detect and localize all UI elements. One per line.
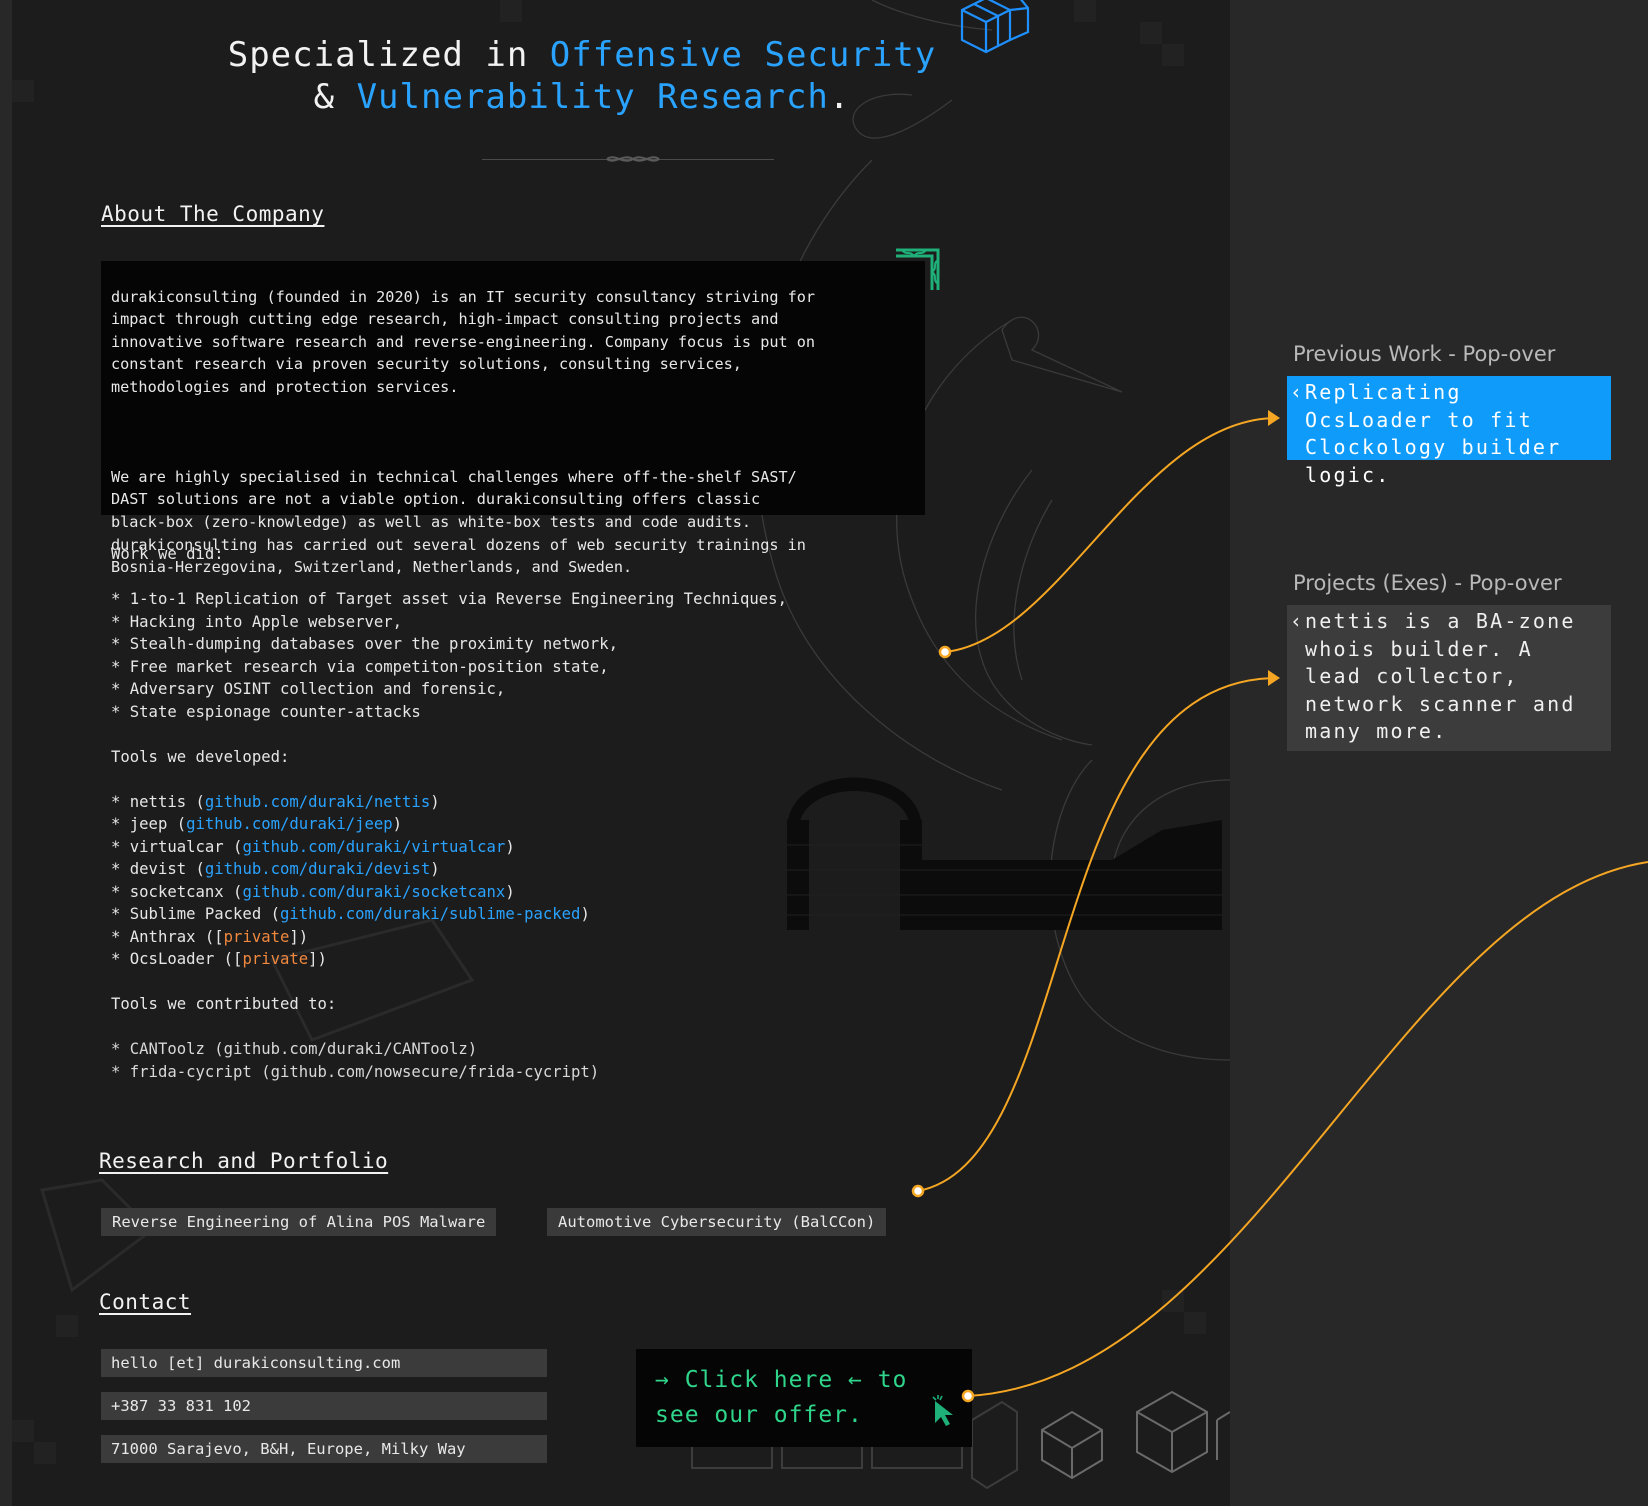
list-item: * 1-to-1 Replication of Target asset via… (111, 590, 787, 608)
list-item: * Sublime Packed (github.com/duraki/subl… (111, 905, 590, 923)
contact-phone[interactable]: +387 33 831 102 (101, 1392, 547, 1420)
chevron-left-icon: ‹ (1290, 609, 1305, 633)
hero-heading: Specialized in Offensive Security & Vuln… (227, 35, 937, 117)
previous-work-text: Replicating OcsLoader to fit Clockology … (1305, 380, 1562, 487)
private-link-ocsloader[interactable]: private (242, 950, 308, 968)
projects-label: Projects (Exes) - Pop-over (1293, 571, 1562, 595)
work-section: Work we did: * 1-to-1 Replication of Tar… (111, 543, 787, 1083)
list-item: * nettis (github.com/duraki/nettis) (111, 792, 440, 811)
contact-address: 71000 Sarajevo, B&H, Europe, Milky Way (101, 1435, 547, 1463)
main-page: Specialized in Offensive Security & Vuln… (12, 0, 1230, 1506)
list-item: * Hacking into Apple webserver, (111, 612, 403, 631)
list-item: * Free market research via competiton-po… (111, 657, 609, 676)
contact-heading: Contact (99, 1290, 192, 1314)
cube-icon (960, 0, 1030, 54)
contact-email[interactable]: hello [et] durakiconsulting.com (101, 1349, 547, 1377)
list-item: * frida-cycript (github.com/nowsecure/fr… (111, 1062, 600, 1081)
celtic-knot-icon (896, 248, 940, 290)
offer-button[interactable]: → Click here ← to see our offer. (636, 1349, 972, 1447)
work-heading: Work we did: (111, 545, 224, 563)
research-tag-alina-pos[interactable]: Reverse Engineering of Alina POS Malware (101, 1208, 497, 1236)
cursor-icon (932, 1395, 953, 1426)
list-item: * virtualcar (github.com/duraki/virtualc… (111, 837, 515, 856)
screen: Specialized in Offensive Security & Vuln… (0, 0, 1648, 1506)
chevron-left-icon: ‹ (1290, 380, 1305, 404)
about-heading: About The Company (101, 202, 325, 226)
tool-link-jeep[interactable]: github.com/duraki/jeep (186, 815, 393, 833)
celtic-knot-icon (606, 156, 660, 162)
list-item: * Anthrax ([private]) (111, 927, 309, 946)
projects-popover: ‹ nettis is a BA-zone whois builder. A l… (1287, 605, 1611, 751)
list-item: * State espionage counter-attacks (111, 702, 421, 721)
tool-link-sublime-packed[interactable]: github.com/duraki/sublime-packed (280, 905, 580, 923)
tool-link-virtualcar[interactable]: github.com/duraki/virtualcar (242, 838, 505, 856)
list-item: * devist (github.com/duraki/devist) (111, 860, 440, 878)
previous-work-popover: ‹ Replicating OcsLoader to fit Clockolog… (1287, 376, 1611, 487)
offer-line-1: → Click here ← to (655, 1367, 908, 1393)
research-tag-automotive[interactable]: Automotive Cybersecurity (BalCCon) (547, 1208, 887, 1236)
tool-link-socketcanx[interactable]: github.com/duraki/socketcanx (242, 883, 505, 901)
arrow-head (1268, 670, 1280, 686)
list-item: * socketcanx (github.com/duraki/socketca… (111, 882, 515, 901)
tool-link-devist[interactable]: github.com/duraki/devist (205, 860, 430, 878)
tool-link-nettis[interactable]: github.com/duraki/nettis (205, 793, 430, 811)
list-item: * CANToolz (github.com/duraki/CANToolz) (111, 1040, 478, 1058)
list-item: * Stealh-dumping databases over the prox… (111, 635, 618, 653)
tools-heading: Tools we developed: (111, 747, 290, 766)
previous-work-label: Previous Work - Pop-over (1293, 342, 1556, 366)
list-item: * jeep (github.com/duraki/jeep) (111, 815, 403, 833)
projects-text: nettis is a BA-zone whois builder. A lea… (1305, 609, 1576, 743)
arrow-head (1268, 410, 1280, 426)
list-item: * OcsLoader ([private]) (111, 950, 327, 968)
about-paragraph-1: durakiconsulting (founded in 2020) is an… (111, 287, 816, 396)
contributed-heading: Tools we contributed to: (111, 995, 337, 1013)
private-link-anthrax[interactable]: private (224, 928, 290, 946)
list-item: * Adversary OSINT collection and forensi… (111, 680, 506, 698)
research-heading: Research and Portfolio (99, 1149, 389, 1173)
offer-line-2: see our offer. (655, 1402, 863, 1428)
